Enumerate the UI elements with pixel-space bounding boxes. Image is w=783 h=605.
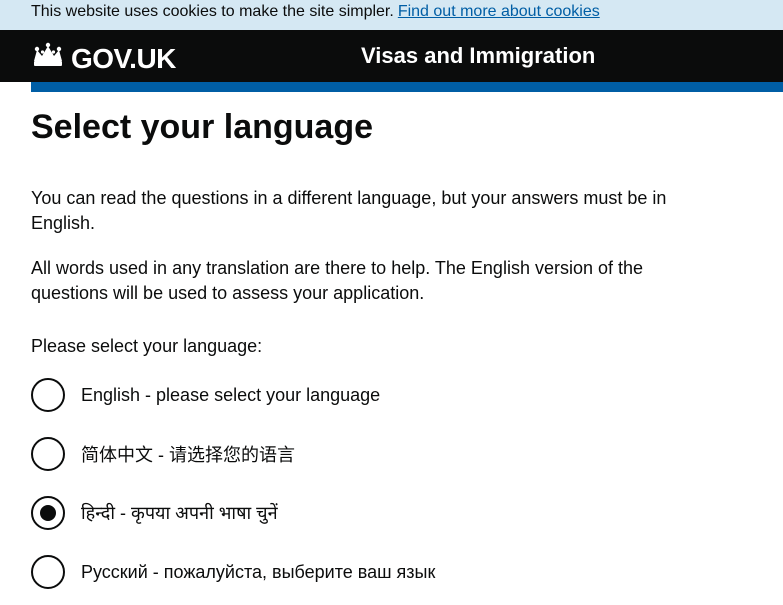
crown-icon [31, 41, 65, 76]
radio-button[interactable] [31, 496, 65, 530]
language-question: Please select your language: [31, 336, 263, 356]
radio-button[interactable] [31, 378, 65, 412]
site-header: GOV.UK Visas and Immigration [0, 30, 783, 82]
radio-button[interactable] [31, 437, 65, 471]
cookie-banner-text: This website uses cookies to make the si… [31, 3, 394, 20]
page-title: Select your language [31, 108, 373, 146]
service-name-link[interactable]: Visas and Immigration [361, 43, 595, 69]
translation-note: All words used in any translation are th… [31, 258, 644, 303]
radio-label: English - please select your language [81, 384, 381, 405]
logo-text: GOV.UK [71, 42, 176, 74]
language-radio-group: English - please select your language 简体… [31, 375, 743, 592]
radio-label: 简体中文 - 请选择您的语言 [81, 445, 295, 465]
radio-button[interactable] [31, 555, 65, 589]
cookie-banner: This website uses cookies to make the si… [0, 0, 783, 30]
header-accent-stripe [31, 82, 783, 92]
radio-option-chinese[interactable]: 简体中文 - 请选择您的语言 [31, 434, 743, 474]
intro-text: You can read the questions in a differen… [31, 188, 667, 233]
cookie-info-link[interactable]: Find out more about cookies [398, 3, 600, 21]
radio-option-russian[interactable]: Русский - пожалуйста, выберите ваш язык [31, 552, 743, 592]
radio-label: हिन्दी - कृपया अपनी भाषा चुनें [81, 503, 278, 523]
govuk-home-link[interactable]: GOV.UK [31, 41, 176, 76]
radio-option-hindi[interactable]: हिन्दी - कृपया अपनी भाषा चुनें [31, 493, 743, 533]
main-content: Select your language You can read the qu… [0, 106, 783, 592]
radio-label: Русский - пожалуйста, выберите ваш язык [81, 561, 436, 582]
radio-option-english[interactable]: English - please select your language [31, 375, 743, 415]
